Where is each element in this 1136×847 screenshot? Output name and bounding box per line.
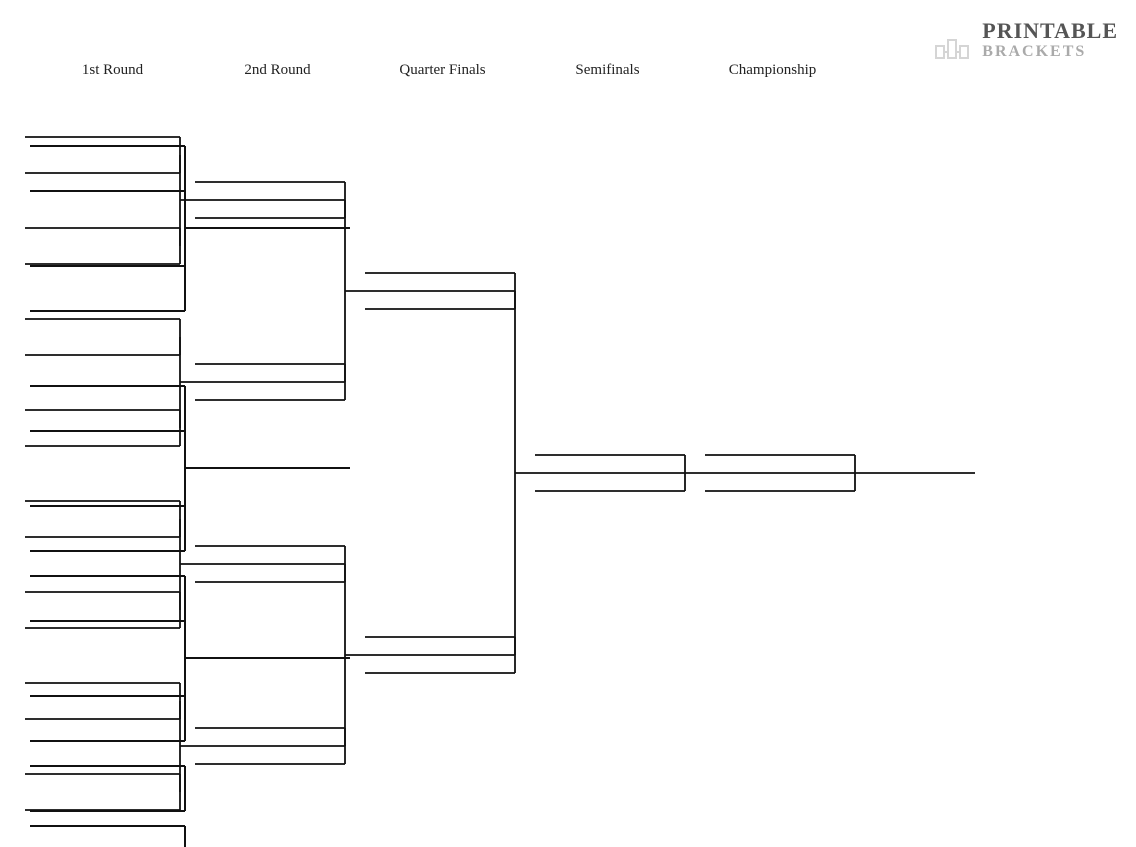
logo-brackets: BRACKETS — [982, 43, 1118, 61]
bracket-main — [25, 110, 1115, 840]
round-header-3: Quarter Finals — [360, 62, 525, 79]
round-header-2: 2nd Round — [195, 62, 360, 79]
logo-text: PRINTABLE BRACKETS — [982, 19, 1118, 61]
logo-printable: PRINTABLE — [982, 19, 1118, 43]
round-header-5: Championship — [690, 62, 855, 79]
logo-icon — [930, 18, 974, 62]
round-headers: 1st Round 2nd Round Quarter Finals Semif… — [0, 62, 1136, 79]
logo: PRINTABLE BRACKETS — [930, 18, 1118, 62]
round-header-4: Semifinals — [525, 62, 690, 79]
round-header-1: 1st Round — [30, 62, 195, 79]
